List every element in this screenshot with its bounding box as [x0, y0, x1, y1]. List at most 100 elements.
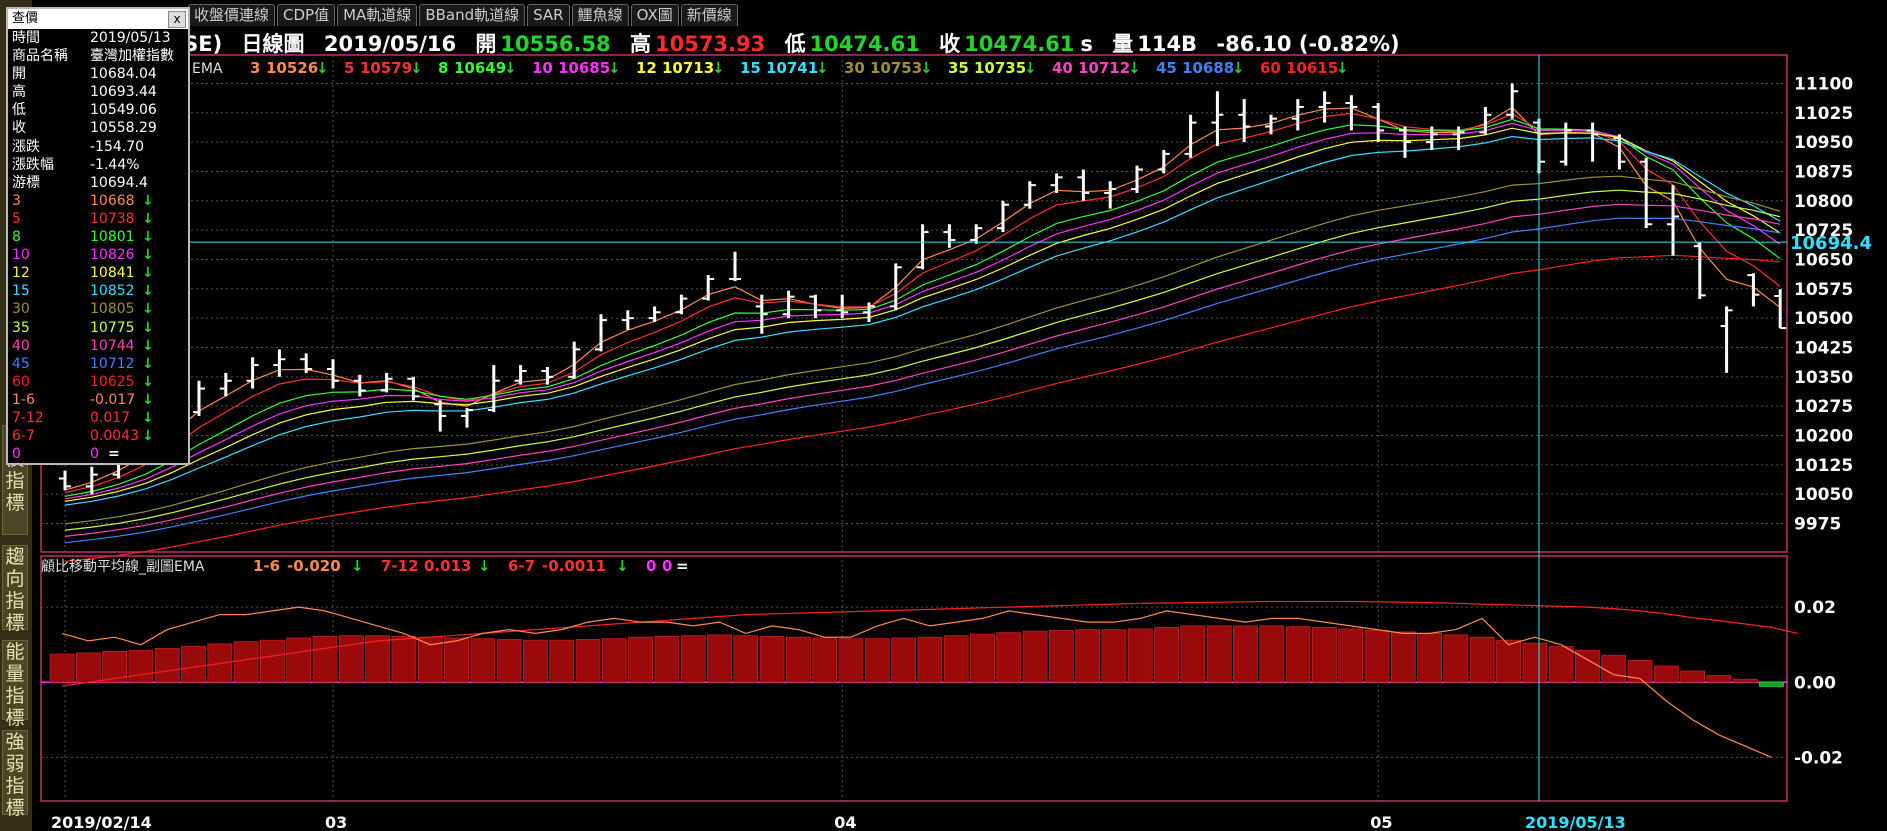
ema-legend-label-40: 40 [1052, 59, 1073, 77]
sub-y-tick-label: -0.02 [1794, 748, 1843, 768]
query-row-value: 0.0043 [90, 428, 139, 445]
chart-canvas[interactable]: 10694.4 11100110251095010875108001072510… [0, 0, 1887, 831]
query-panel-title[interactable]: 查價 x [8, 9, 188, 29]
query-row: 8 10801 ↓ [8, 228, 188, 246]
histogram-bar [233, 641, 259, 683]
histogram-bar [49, 653, 75, 683]
tab-close-line[interactable]: 收盤價連線 [188, 4, 276, 26]
query-row-label: 6-7 [12, 428, 35, 445]
histogram-bar [1312, 626, 1337, 683]
query-row-label: 低 [12, 102, 26, 119]
sub-y-axis-labels: 0.02 0.00 -0.02 [1794, 598, 1843, 768]
ema-legend-label-15: 15 [740, 59, 761, 77]
tab-bband[interactable]: BBand軌道線 [419, 4, 526, 26]
ema-legend-label-5: 5 [344, 59, 354, 77]
query-row: 時間 2019/05/13 [8, 29, 188, 47]
close-icon[interactable]: x [168, 11, 186, 28]
query-row-label: 1-6 [12, 391, 35, 408]
query-row-label: 10 [12, 247, 30, 264]
query-row-value: 10841 [90, 265, 135, 282]
sub-legend-label: 6-7 [508, 557, 535, 575]
query-row: 低 10549.06 [8, 101, 188, 119]
down-arrow-icon: ↓ [142, 337, 154, 354]
down-arrow-icon: ↓ [142, 319, 154, 336]
ema-legend-value-15: 10741 [766, 59, 818, 77]
sidebar-btn-volume[interactable]: 能量指標 [2, 640, 28, 729]
query-row: 10 10826 ↓ [8, 246, 188, 264]
query-row-value: 10805 [90, 301, 135, 318]
histogram-bar [786, 636, 811, 683]
query-row: 40 10744 ↓ [8, 337, 188, 355]
histogram-bar [1049, 629, 1074, 683]
price-query-panel[interactable]: 查價 x 時間 2019/05/13 商品名稱 臺灣加權指數開 10684.04 高 106… [6, 7, 190, 465]
histogram-bar [654, 636, 680, 683]
tab-cdp[interactable]: CDP值 [277, 4, 336, 26]
main-plot-frame [40, 54, 1788, 553]
down-arrow-icon: ↓ [142, 229, 154, 246]
ema-legend-label-10: 10 [532, 59, 553, 77]
volume-label: 量 [1112, 32, 1134, 56]
histogram-bar [1417, 633, 1442, 683]
equal-icon: = [676, 557, 689, 575]
tab-new-price[interactable]: 新價線 [680, 4, 738, 26]
y-tick-label: 11025 [1794, 104, 1853, 124]
query-row-label: 45 [12, 355, 30, 372]
down-arrow-icon: ↓ [478, 557, 491, 575]
query-row-label: 5 [12, 210, 21, 227]
histogram-bar [1548, 646, 1574, 683]
low-label: 低 [784, 32, 806, 56]
down-arrow-icon: ↓ [1024, 59, 1037, 77]
query-row: 高 10693.44 [8, 83, 188, 101]
query-row-label: 漲跌幅 [12, 156, 54, 173]
histogram-bar [549, 639, 575, 683]
histogram-bar [1390, 631, 1416, 683]
ema-legend-value-10: 10685 [558, 59, 610, 77]
tab-alligator[interactable]: 鱷魚線 [571, 4, 629, 26]
query-row: 30 10805 ↓ [8, 300, 188, 318]
query-rows: 時間 2019/05/13 商品名稱 臺灣加權指數開 10684.04 高 10693.44… [8, 29, 188, 463]
query-row-value: 0 [90, 446, 99, 463]
y-tick-label: 10950 [1794, 133, 1853, 153]
query-row-value: 2019/05/13 [90, 30, 171, 46]
query-row-value: 10744 [90, 337, 135, 354]
x-tick-label: 05 [1370, 813, 1392, 831]
sub-legend-label: 1-6 [253, 557, 280, 575]
y-tick-label: 10875 [1794, 162, 1853, 182]
y-axis-labels: 11100 11025 10950 10875 10800 10725 10650 10575… [1794, 74, 1853, 534]
histogram-bar [312, 636, 338, 683]
query-row-value: -1.44% [90, 156, 140, 173]
histogram-bar [1259, 625, 1285, 683]
tab-ma-band[interactable]: MA軌道線 [337, 4, 418, 26]
down-arrow-icon: ↓ [316, 59, 329, 77]
down-arrow-icon: ↓ [142, 283, 154, 300]
histogram-bar [1075, 629, 1101, 683]
query-row-value: 10625 [90, 373, 135, 390]
chart-type[interactable]: 日線圖 [242, 32, 305, 56]
histogram-bar [259, 639, 285, 683]
y-tick-label: 10650 [1794, 250, 1853, 270]
sidebar-btn-strength[interactable]: 強弱指標 [2, 730, 28, 819]
sidebar-btn-trend[interactable]: 趨向指標 [2, 545, 28, 634]
high-value: 10573.93 [654, 32, 766, 56]
y-tick-label: 10350 [1794, 368, 1853, 388]
x-tick-label: 04 [834, 813, 856, 831]
query-row: 12 10841 ↓ [8, 264, 188, 282]
y-tick-label: 10500 [1794, 309, 1853, 329]
ema-legend-value-45: 10688 [1182, 59, 1234, 77]
histogram-bar [733, 635, 759, 683]
ema-legend-value-5: 10579 [360, 59, 412, 77]
y-tick-label: 10800 [1794, 192, 1853, 212]
histogram-bar [75, 652, 101, 683]
tab-sar[interactable]: SAR [527, 4, 570, 26]
query-row-label: 漲跌 [12, 138, 40, 155]
ema-legend-value-12: 10713 [662, 59, 714, 77]
histogram-bar [917, 636, 943, 683]
histogram-bar [707, 634, 732, 683]
sub-y-tick-label: 0.00 [1794, 673, 1836, 693]
y-tick-label: 10125 [1794, 456, 1853, 476]
sub-legend-label: 7-12 [381, 557, 419, 575]
tab-ox[interactable]: OX圖 [630, 4, 679, 26]
query-row-label: 8 [12, 229, 21, 246]
histogram-bar [391, 636, 417, 683]
histogram-bar [128, 649, 154, 683]
